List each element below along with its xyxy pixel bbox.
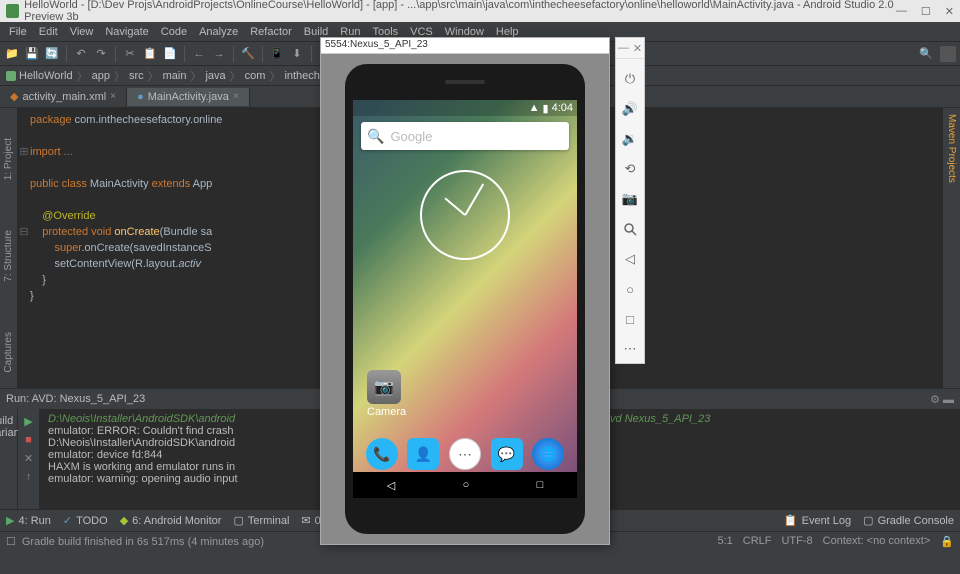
emulator-window[interactable]: 5554:Nexus_5_API_23 ▲ ▮ 4:04 🔍 Google xyxy=(320,37,610,545)
stop-icon[interactable]: ■ xyxy=(25,434,32,446)
tool-structure[interactable]: 7: Structure xyxy=(3,230,14,282)
browser-app-icon[interactable]: 🌐 xyxy=(532,438,564,470)
avd-icon[interactable]: 📱 xyxy=(269,46,285,62)
sdk-icon[interactable]: ⬇ xyxy=(289,46,305,62)
copy-icon[interactable]: 📋 xyxy=(142,46,158,62)
window-title: HelloWorld - [D:\Dev Projs\AndroidProjec… xyxy=(24,0,896,23)
left-tool-strip: 1: Project 7: Structure Captures xyxy=(0,108,18,388)
emulator-toolbar: — ✕ ⏻ 🔊 🔉 ⟲ 📷 ◁ ○ □ ⋯ xyxy=(615,37,645,364)
phone-screen[interactable]: ▲ ▮ 4:04 🔍 Google 📷 Camera 📞 xyxy=(353,100,577,498)
contacts-app-icon[interactable]: 👤 xyxy=(407,438,439,470)
menu-code[interactable]: Code xyxy=(156,24,192,40)
volume-up-icon[interactable]: 🔊 xyxy=(620,99,640,119)
left-tool-strip-2: Build Variants xyxy=(0,409,18,509)
tool-maven[interactable]: Maven Projects xyxy=(946,114,957,183)
app-logo-icon xyxy=(6,4,19,18)
redo-icon[interactable]: ↷ xyxy=(93,46,109,62)
cut-icon[interactable]: ✂ xyxy=(122,46,138,62)
android-statusbar: ▲ ▮ 4:04 xyxy=(353,100,577,116)
window-titlebar: HelloWorld - [D:\Dev Projs\AndroidProjec… xyxy=(0,0,960,22)
back-button[interactable]: ◁ xyxy=(387,479,395,492)
menu-analyze[interactable]: Analyze xyxy=(194,24,243,40)
minimize-icon[interactable]: — xyxy=(896,5,907,18)
messaging-app-icon[interactable]: 💬 xyxy=(491,438,523,470)
tab-mainactivity[interactable]: ●MainActivity.java× xyxy=(127,88,250,106)
open-icon[interactable]: 📁 xyxy=(4,46,20,62)
more-icon[interactable]: ⋯ xyxy=(620,339,640,359)
menu-refactor[interactable]: Refactor xyxy=(245,24,297,40)
phone-app-icon[interactable]: 📞 xyxy=(366,438,398,470)
power-icon[interactable]: ⏻ xyxy=(620,69,640,89)
gear-icon[interactable]: ⚙ ▬ xyxy=(930,393,954,406)
back-icon[interactable]: ← xyxy=(191,46,207,62)
emulator-title: 5554:Nexus_5_API_23 xyxy=(321,38,609,54)
tool-project[interactable]: 1: Project xyxy=(3,138,14,180)
google-logo: Google xyxy=(390,129,432,144)
analog-clock-widget[interactable] xyxy=(420,170,510,260)
android-navbar: ◁ ○ □ xyxy=(353,472,577,498)
zoom-in-icon[interactable] xyxy=(620,219,640,239)
undo-icon[interactable]: ↶ xyxy=(73,46,89,62)
emu-back-icon[interactable]: ◁ xyxy=(620,249,640,269)
close-panel-icon[interactable]: ✕ xyxy=(24,452,33,465)
tab-close-icon[interactable]: × xyxy=(233,91,239,102)
bb-eventlog[interactable]: 📋Event Log xyxy=(784,514,851,527)
bb-gradle[interactable]: ▢Gradle Console xyxy=(863,514,954,527)
home-button[interactable]: ○ xyxy=(463,479,470,491)
bc-app: app xyxy=(92,70,110,82)
tab-activity-main[interactable]: ◆activity_main.xml× xyxy=(0,87,127,106)
bb-todo[interactable]: ✓TODO xyxy=(63,514,108,527)
save-icon[interactable]: 💾 xyxy=(24,46,40,62)
bc-project: HelloWorld xyxy=(6,70,73,82)
bb-terminal[interactable]: ▢Terminal xyxy=(233,514,289,527)
menu-view[interactable]: View xyxy=(65,24,99,40)
google-search-widget[interactable]: 🔍 Google xyxy=(361,122,569,150)
battery-icon: ▮ xyxy=(543,102,549,115)
maximize-icon[interactable]: ☐ xyxy=(921,5,931,18)
menu-file[interactable]: File xyxy=(4,24,32,40)
make-icon[interactable]: 🔨 xyxy=(240,46,256,62)
avatar-icon[interactable] xyxy=(940,46,956,62)
clock-time: 4:04 xyxy=(552,102,573,114)
emu-close-icon[interactable]: ✕ xyxy=(633,42,642,55)
rotate-icon[interactable]: ⟲ xyxy=(620,159,640,179)
volume-down-icon[interactable]: 🔉 xyxy=(620,129,640,149)
emu-minimize-icon[interactable]: — xyxy=(618,42,629,55)
recents-button[interactable]: □ xyxy=(537,479,544,491)
forward-icon[interactable]: → xyxy=(211,46,227,62)
up-icon[interactable]: ↑ xyxy=(26,471,32,483)
bb-run[interactable]: ▶4: Run xyxy=(6,514,51,527)
camera-icon[interactable]: 📷 xyxy=(620,189,640,209)
signal-icon: ▲ xyxy=(529,102,540,114)
emu-home-icon[interactable]: ○ xyxy=(620,279,640,299)
search-icon[interactable]: 🔍 xyxy=(918,46,934,62)
search-icon: 🔍 xyxy=(367,128,384,145)
menu-navigate[interactable]: Navigate xyxy=(100,24,153,40)
run-toolbar: ▶ ■ ✕ ↑ xyxy=(18,409,40,509)
right-tool-strip: Maven Projects xyxy=(942,108,960,388)
camera-app-icon[interactable]: 📷 Camera xyxy=(367,370,406,418)
close-icon[interactable]: ✕ xyxy=(945,5,954,18)
tool-captures[interactable]: Captures xyxy=(3,332,14,373)
apps-drawer-icon[interactable]: ⋯ xyxy=(449,438,481,470)
lock-icon: 🔒 xyxy=(940,535,954,548)
status-message: Gradle build finished in 6s 517ms (4 min… xyxy=(22,536,264,548)
cursor-position: 5:1 xyxy=(717,535,732,548)
emu-recents-icon[interactable]: □ xyxy=(620,309,640,329)
paste-icon[interactable]: 📄 xyxy=(162,46,178,62)
bb-android-monitor[interactable]: ◆6: Android Monitor xyxy=(120,514,222,527)
dock: 📞 👤 ⋯ 💬 🌐 xyxy=(353,438,577,470)
rerun-icon[interactable]: ▶ xyxy=(24,415,32,428)
tab-close-icon[interactable]: × xyxy=(110,91,116,102)
sync-icon[interactable]: 🔄 xyxy=(44,46,60,62)
menu-edit[interactable]: Edit xyxy=(34,24,63,40)
phone-frame: ▲ ▮ 4:04 🔍 Google 📷 Camera 📞 xyxy=(345,64,585,534)
